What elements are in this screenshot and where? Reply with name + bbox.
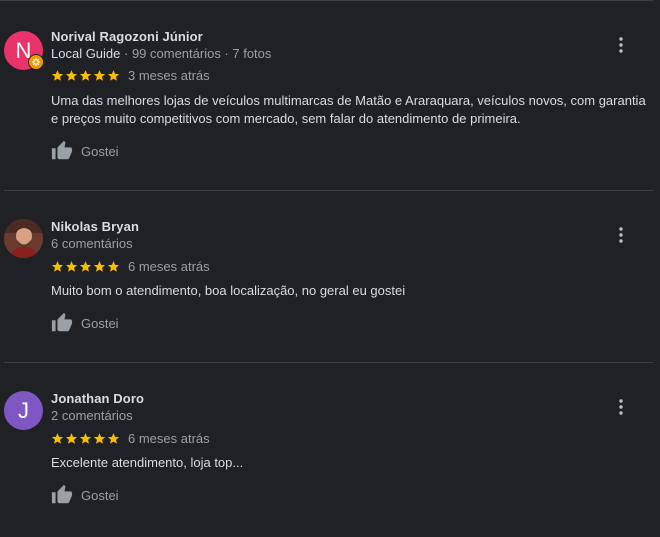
star-icon xyxy=(93,261,106,272)
star-icon xyxy=(79,70,92,81)
star-icon xyxy=(107,433,120,444)
review-text: Excelente atendimento, loja top... xyxy=(51,455,244,470)
reviewer-name[interactable]: Nikolas Bryan xyxy=(51,219,139,234)
star-rating xyxy=(51,432,120,445)
review-text: Muito bom o atendimento, boa localização… xyxy=(51,283,406,298)
star-rating xyxy=(51,260,120,273)
avatar-photo xyxy=(4,219,43,258)
rating-row: 6 meses atrás xyxy=(51,431,210,446)
like-button[interactable]: Gostei xyxy=(51,312,119,334)
local-guide-label: Local Guide xyxy=(51,46,121,61)
star-rating xyxy=(51,69,120,82)
more-options-button[interactable] xyxy=(611,35,631,55)
thumbs-up-icon xyxy=(51,484,73,504)
review-age: 3 meses atrás xyxy=(128,68,210,83)
star-icon xyxy=(65,261,78,272)
rating-row: 3 meses atrás xyxy=(51,68,210,83)
review-divider xyxy=(4,362,653,363)
review-divider xyxy=(4,190,653,191)
like-label: Gostei xyxy=(81,143,119,159)
rating-row: 6 meses atrás xyxy=(51,259,210,274)
thumbs-up-icon xyxy=(51,312,73,332)
more-vert-icon xyxy=(619,37,623,53)
reviewer-stats: · 99 comentários · 7 fotos xyxy=(120,46,272,61)
top-divider xyxy=(0,0,653,1)
star-icon xyxy=(79,433,92,444)
star-icon xyxy=(93,433,106,444)
reviewer-name[interactable]: Norival Ragozoni Júnior xyxy=(51,29,203,44)
more-options-button[interactable] xyxy=(611,397,631,417)
star-icon xyxy=(107,261,120,272)
like-button[interactable]: Gostei xyxy=(51,484,119,506)
more-options-button[interactable] xyxy=(611,225,631,245)
star-icon xyxy=(65,433,78,444)
star-icon xyxy=(107,70,120,81)
star-icon xyxy=(51,433,64,444)
avatar-letter: J xyxy=(18,397,29,423)
like-label: Gostei xyxy=(81,315,119,331)
review-age: 6 meses atrás xyxy=(128,259,210,274)
reviewer-meta: Local Guide · 99 comentários · 7 fotos xyxy=(51,46,271,61)
reviewer-meta: 2 comentários xyxy=(51,408,133,423)
star-icon xyxy=(65,70,78,81)
like-button[interactable]: Gostei xyxy=(51,140,119,162)
star-icon xyxy=(79,261,92,272)
more-vert-icon xyxy=(619,227,623,243)
star-icon xyxy=(93,70,106,81)
review-age: 6 meses atrás xyxy=(128,431,210,446)
star-icon xyxy=(51,261,64,272)
local-guide-badge-icon xyxy=(28,54,44,70)
more-vert-icon xyxy=(619,399,623,415)
thumbs-up-icon xyxy=(51,140,73,160)
avatar[interactable]: J xyxy=(4,391,43,430)
star-icon xyxy=(51,70,64,81)
like-label: Gostei xyxy=(81,487,119,503)
avatar[interactable] xyxy=(4,219,43,258)
reviewer-name[interactable]: Jonathan Doro xyxy=(51,391,144,406)
review-text: Uma das melhores lojas de veículos multi… xyxy=(51,93,646,126)
reviewer-meta: 6 comentários xyxy=(51,236,133,251)
